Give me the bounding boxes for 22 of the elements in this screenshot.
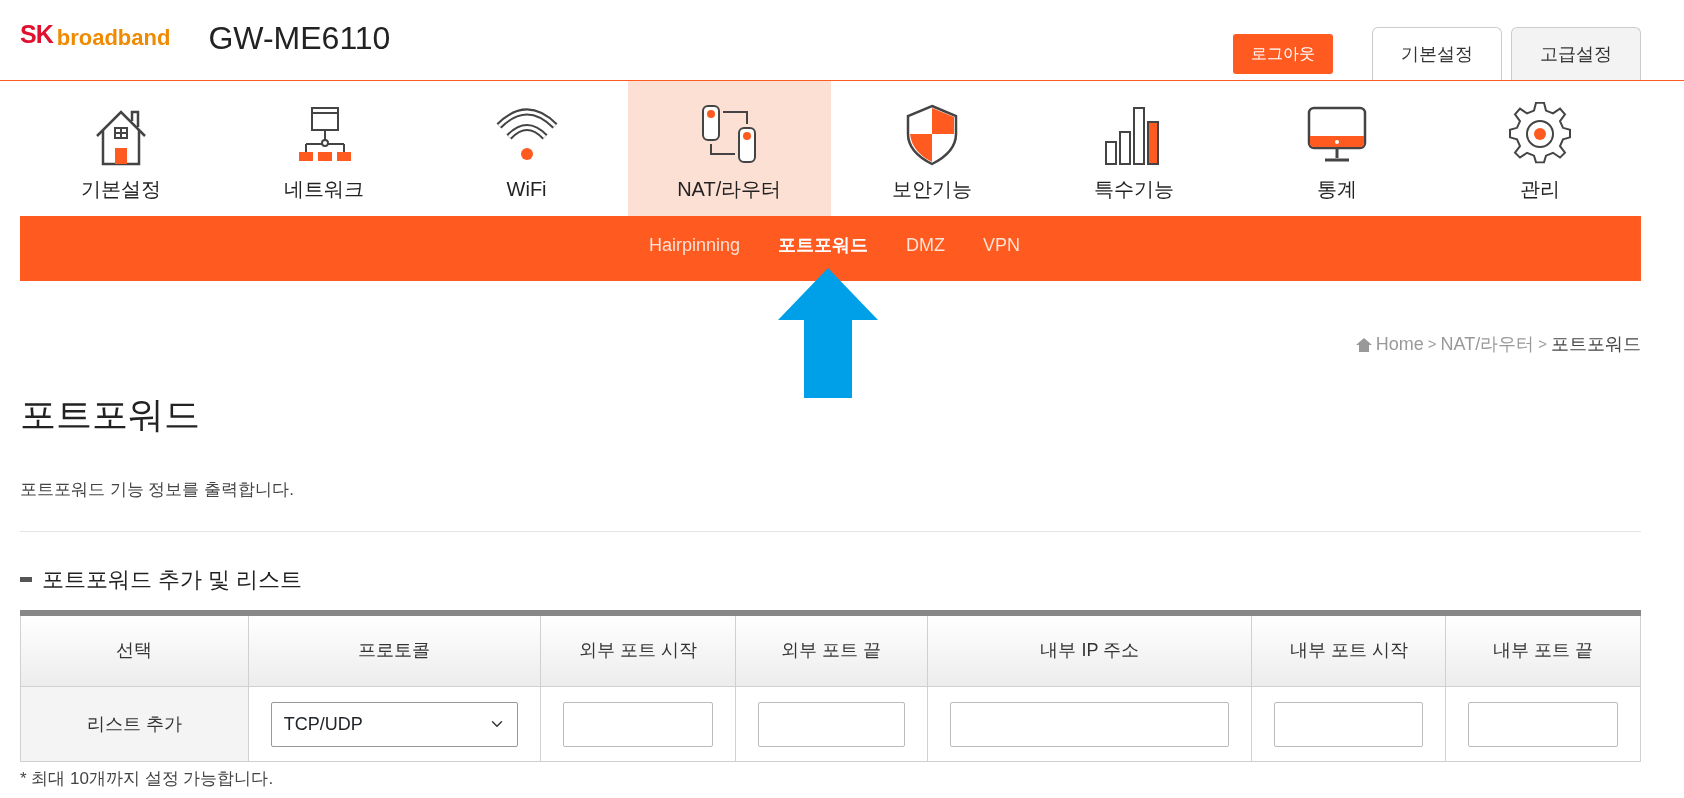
- logo-mark: SK: [20, 19, 53, 50]
- breadcrumb-separator: >: [1538, 334, 1547, 355]
- input-field[interactable]: [950, 701, 1230, 747]
- input-field[interactable]: [1274, 701, 1424, 747]
- logo-wordmark: broadband: [56, 23, 171, 52]
- page-title: 포트포워드: [20, 393, 201, 437]
- breadcrumb-item: 포트포워드: [1551, 333, 1641, 356]
- bullet-icon: [20, 576, 32, 582]
- mode-tab[interactable]: 고급설정: [1511, 27, 1641, 80]
- input-field[interactable]: [757, 701, 906, 747]
- breadcrumb-separator: >: [1427, 334, 1437, 355]
- mode-tab[interactable]: 기본설정: [1372, 27, 1502, 80]
- row-label: 리스트 추가: [20, 686, 249, 762]
- home-icon: [1355, 337, 1372, 352]
- footnote: * 최대 10개까지 설정 가능합니다.: [20, 768, 275, 791]
- menu-tab[interactable]: NAT/라우터: [627, 81, 831, 216]
- input-field[interactable]: [562, 701, 713, 747]
- input-field[interactable]: [1468, 701, 1618, 747]
- protocol-select[interactable]: TCP/UDP: [270, 701, 518, 747]
- page-description: 포트포워드 기능 정보를 출력합니다.: [20, 479, 295, 502]
- model-name: GW-ME6110: [208, 19, 391, 58]
- section-title: 포트포워드 추가 및 리스트: [42, 565, 303, 594]
